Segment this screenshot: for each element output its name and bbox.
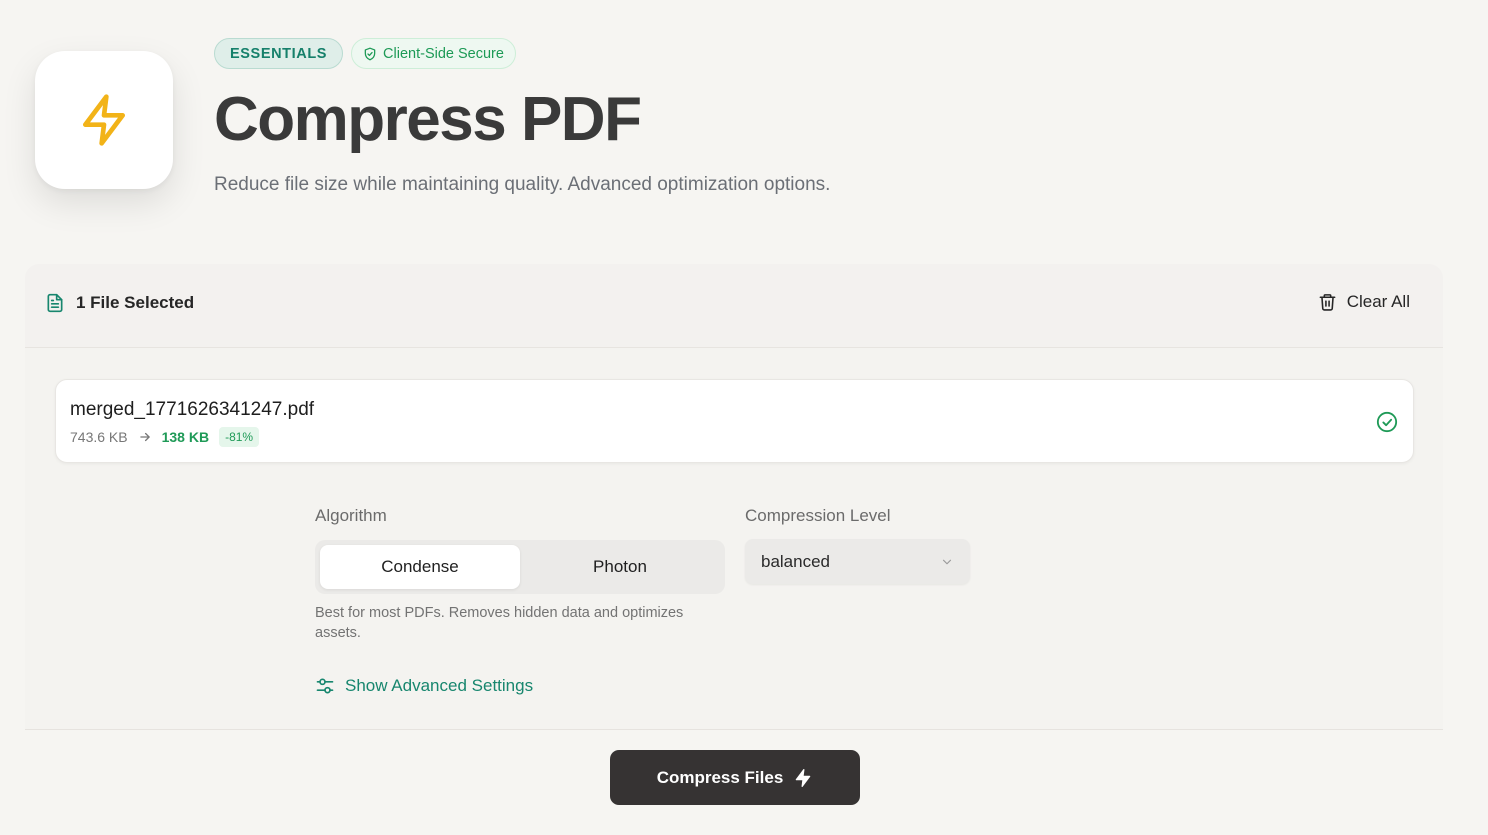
compression-level-select[interactable]: balanced	[745, 539, 970, 584]
algorithm-help-text: Best for most PDFs. Removes hidden data …	[315, 605, 684, 641]
category-badge: ESSENTIALS	[214, 38, 344, 69]
file-card[interactable]: merged_1771626341247.pdf 743.6 KB 138 KB…	[55, 379, 1414, 463]
files-panel-header: 1 File Selected Clear All	[25, 264, 1443, 348]
file-size-row: 743.6 KB 138 KB -81%	[70, 427, 260, 447]
file-name: merged_1771626341247.pdf	[70, 399, 315, 420]
page-title: Compress PDF	[214, 85, 642, 154]
reduction-badge: -81%	[219, 427, 260, 447]
clear-all-button[interactable]: Clear All	[1318, 292, 1410, 312]
clear-all-label: Clear All	[1346, 292, 1410, 311]
badges: ESSENTIALS Client-Side Secure	[214, 38, 516, 69]
page-subtitle: Reduce file size while maintaining quali…	[214, 174, 831, 195]
original-size: 743.6 KB	[70, 429, 128, 445]
compression-level-label: Compression Level	[745, 506, 891, 525]
app-icon	[35, 51, 173, 189]
show-advanced-settings-label: Show Advanced Settings	[345, 676, 534, 695]
compressed-size: 138 KB	[161, 429, 210, 445]
secure-badge: Client-Side Secure	[351, 38, 516, 69]
algorithm-toggle: Condense Photon	[315, 540, 725, 594]
algorithm-option-condense[interactable]: Condense	[320, 545, 520, 589]
files-count-label: 1 File Selected	[76, 293, 195, 312]
compress-files-button[interactable]: Compress Files	[610, 750, 860, 805]
page: ESSENTIALS Client-Side Secure Compress P…	[0, 0, 1488, 835]
algorithm-option-photon[interactable]: Photon	[520, 545, 720, 589]
files-count: 1 File Selected	[45, 292, 194, 314]
trash-icon	[1319, 294, 1336, 311]
secure-badge-label: Client-Side Secure	[383, 45, 504, 62]
file-icon	[47, 293, 63, 313]
show-advanced-settings-link[interactable]: Show Advanced Settings	[315, 676, 533, 696]
compression-level-value: balanced	[761, 551, 831, 571]
algorithm-label: Algorithm	[315, 506, 387, 525]
lightning-icon	[83, 94, 125, 146]
lightning-icon	[796, 768, 811, 787]
chevron-down-icon	[942, 559, 952, 564]
arrow-right-icon	[139, 432, 150, 442]
check-circle-icon	[1376, 411, 1398, 433]
compress-files-label: Compress Files	[656, 767, 784, 787]
shield-check-icon	[364, 47, 376, 60]
sliders-icon	[316, 678, 334, 694]
